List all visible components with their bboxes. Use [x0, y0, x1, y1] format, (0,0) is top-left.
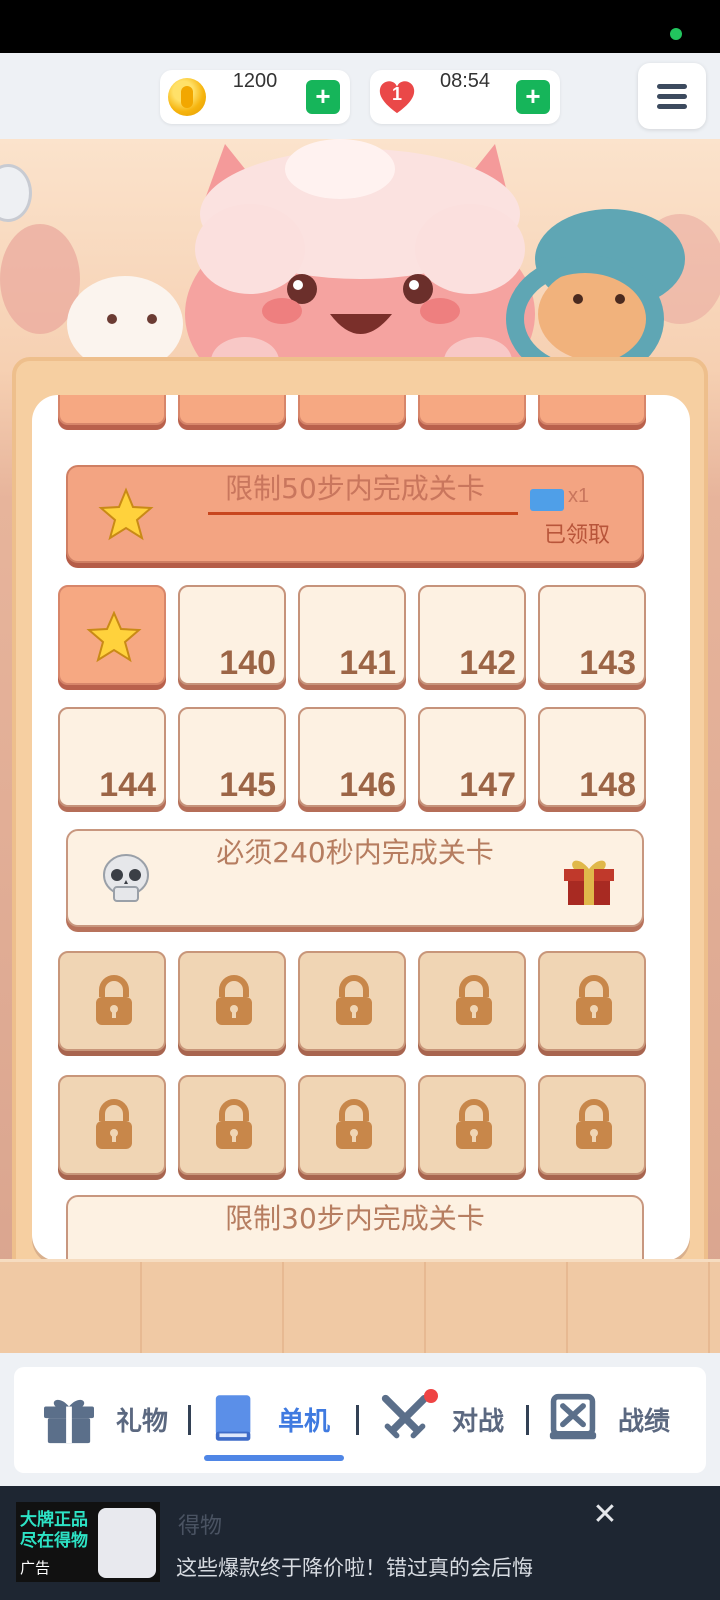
nav-separator — [526, 1405, 529, 1435]
lock-icon — [336, 975, 372, 1025]
gift-icon — [564, 860, 614, 905]
nav-item-gift[interactable]: 礼物 — [42, 1367, 182, 1473]
coin-value: 1200 — [232, 70, 278, 92]
level-tile-locked — [298, 1075, 406, 1175]
coin-counter: 1200 + — [160, 70, 350, 124]
lock-icon — [336, 1099, 372, 1149]
nav-label: 战绩 — [618, 1407, 671, 1437]
level-tile-148[interactable]: 148 — [538, 707, 646, 807]
level-tile-147[interactable]: 147 — [418, 707, 526, 807]
book-icon — [215, 1395, 251, 1441]
challenge-banner-completed[interactable]: 限制50步内完成关卡 x1 已领取 — [66, 465, 644, 563]
lock-icon — [216, 1099, 252, 1149]
nav-label: 礼物 — [116, 1407, 169, 1437]
lock-icon — [576, 975, 612, 1025]
notification-dot — [424, 1389, 438, 1403]
scroll-x-icon — [549, 1393, 597, 1440]
status-bar — [0, 0, 720, 53]
challenge-banner-next[interactable]: 必须240秒内完成关卡 — [66, 829, 644, 927]
ad-thumb-text: 大牌正品 尽在得物 — [20, 1510, 88, 1551]
level-tile-locked — [298, 951, 406, 1051]
level-tile-completed[interactable] — [298, 395, 406, 425]
hamburger-icon — [657, 84, 687, 89]
level-tile-141[interactable]: 141 — [298, 585, 406, 685]
reward-claimed-label: 已领取 — [544, 523, 611, 548]
level-tile-completed[interactable] — [418, 395, 526, 425]
level-tile-locked — [538, 1075, 646, 1175]
ad-title: 得物 — [178, 1514, 223, 1539]
level-tile-143[interactable]: 143 — [538, 585, 646, 685]
level-map-scene: 限制50步内完成关卡 x1 已领取 140 141 142 143 144 14… — [0, 139, 720, 1353]
nav-card: 礼物 单机 对战 战绩 — [14, 1367, 706, 1473]
challenge-banner-partial[interactable]: 限制30步内完成关卡 — [66, 1195, 644, 1261]
level-tile-completed[interactable] — [178, 395, 286, 425]
level-number: 143 — [579, 644, 636, 682]
challenge-text: 必须240秒内完成关卡 — [216, 836, 494, 869]
challenge-text: 限制30步内完成关卡 — [225, 1202, 485, 1235]
nav-item-records[interactable]: 战绩 — [548, 1367, 698, 1473]
nav-item-battle[interactable]: 对战 — [380, 1367, 520, 1473]
lock-icon — [456, 1099, 492, 1149]
add-lives-button[interactable]: + — [516, 80, 550, 114]
level-board: 限制50步内完成关卡 x1 已领取 140 141 142 143 144 14… — [32, 395, 690, 1261]
ad-banner[interactable]: 大牌正品 尽在得物 广告 得物 这些爆款终于降价啦！错过真的会后悔 ✕ — [0, 1486, 720, 1600]
star-icon — [86, 611, 142, 663]
coin-icon — [168, 78, 206, 116]
level-number: 140 — [219, 644, 276, 682]
level-tile-144[interactable]: 144 — [58, 707, 166, 807]
level-tile-locked — [178, 1075, 286, 1175]
ad-badge: 广告 — [20, 1559, 51, 1577]
status-indicator-dot — [670, 28, 682, 40]
level-tile-locked — [418, 1075, 526, 1175]
level-tile-142[interactable]: 142 — [418, 585, 526, 685]
level-number: 144 — [99, 766, 156, 804]
level-number: 142 — [459, 644, 516, 682]
level-tile-locked — [58, 1075, 166, 1175]
reward-quantity: x1 — [568, 485, 590, 507]
level-tile-locked — [178, 951, 286, 1051]
lives-count: 1 — [391, 84, 402, 104]
level-tile-completed[interactable] — [58, 585, 166, 685]
lock-icon — [576, 1099, 612, 1149]
level-tile-146[interactable]: 146 — [298, 707, 406, 807]
crossed-swords-icon — [381, 1394, 429, 1439]
level-tile-locked — [538, 951, 646, 1051]
ad-description: 这些爆款终于降价啦！错过真的会后悔 — [176, 1556, 533, 1580]
level-tile-locked — [418, 951, 526, 1051]
bottom-nav: 礼物 单机 对战 战绩 — [0, 1353, 720, 1486]
hamburger-icon-line — [657, 104, 687, 109]
level-number: 147 — [459, 766, 516, 804]
ad-product-image — [98, 1508, 156, 1578]
nav-separator — [188, 1405, 191, 1435]
lives-timer: 08:54 — [439, 70, 491, 92]
add-coins-button[interactable]: + — [306, 80, 340, 114]
level-tile-140[interactable]: 140 — [178, 585, 286, 685]
hamburger-icon-line — [657, 94, 687, 99]
level-tile-145[interactable]: 145 — [178, 707, 286, 807]
gift-icon — [44, 1399, 94, 1444]
active-tab-indicator — [204, 1455, 344, 1461]
ad-thumbnail[interactable]: 大牌正品 尽在得物 广告 — [16, 1502, 160, 1582]
level-tile-completed[interactable] — [58, 395, 166, 425]
ticket-icon — [530, 489, 564, 511]
close-icon[interactable]: ✕ — [590, 1500, 620, 1530]
nav-separator — [356, 1405, 359, 1435]
level-number: 148 — [579, 766, 636, 804]
lock-icon — [96, 1099, 132, 1149]
wooden-floor — [0, 1259, 720, 1353]
level-tile-completed[interactable] — [538, 395, 646, 425]
level-number: 141 — [339, 644, 396, 682]
level-tile-locked — [58, 951, 166, 1051]
top-header: 1200 + 1 08:54 + — [0, 53, 720, 139]
nav-label: 单机 — [278, 1407, 331, 1437]
level-number: 146 — [339, 766, 396, 804]
level-number: 145 — [219, 766, 276, 804]
lock-icon — [216, 975, 252, 1025]
menu-button[interactable] — [638, 63, 706, 129]
lock-icon — [456, 975, 492, 1025]
lives-counter: 1 08:54 + — [370, 70, 560, 124]
nav-label: 对战 — [452, 1407, 505, 1437]
strikethrough-line — [208, 512, 518, 515]
lock-icon — [96, 975, 132, 1025]
